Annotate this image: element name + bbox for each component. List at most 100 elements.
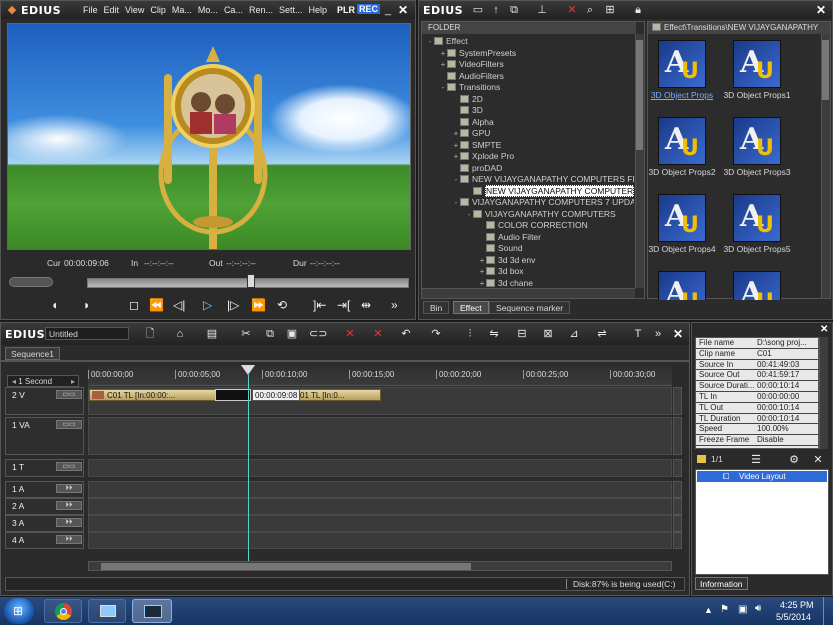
- track-header[interactable]: 2 V ▭▭: [5, 387, 84, 415]
- title-tool-icon[interactable]: T: [631, 327, 645, 341]
- track-lane[interactable]: [88, 498, 672, 515]
- copy-clip-icon[interactable]: ⧉: [263, 327, 277, 341]
- redo-icon[interactable]: ↷: [429, 327, 443, 341]
- scrub-handle-icon[interactable]: [247, 274, 255, 288]
- link-icon[interactable]: ⊂⊃: [309, 327, 327, 341]
- expand-icon[interactable]: +: [439, 48, 447, 60]
- up-folder-icon[interactable]: ↑: [489, 3, 503, 17]
- track-header[interactable]: 2 A ⏵⏵: [5, 498, 84, 515]
- rec-toggle[interactable]: REC: [357, 4, 381, 14]
- layout-list-icon[interactable]: ☰: [749, 453, 763, 467]
- track-scroll-icon[interactable]: [673, 498, 682, 515]
- tree-item[interactable]: proDAD: [426, 163, 634, 175]
- tree-item[interactable]: Alpha: [426, 117, 634, 129]
- project-name-field[interactable]: Untitled: [45, 327, 129, 340]
- start-button[interactable]: ⊞: [4, 598, 34, 624]
- track-toggle-icon[interactable]: ⏵⏵: [56, 535, 82, 544]
- effect-thumbnail-label[interactable]: 3D Object Props4: [648, 244, 722, 254]
- loop-icon[interactable]: ⟲: [277, 298, 287, 312]
- shuttle-slider[interactable]: [9, 277, 53, 287]
- tree-item[interactable]: - VIJAYGANAPATHY COMPUTERS 7 UPDA: [426, 197, 634, 209]
- player-minimize-icon[interactable]: _: [381, 3, 395, 17]
- track-lane[interactable]: [88, 459, 672, 477]
- menu-render[interactable]: Ren...: [249, 5, 273, 15]
- tree-item[interactable]: + GPU: [426, 128, 634, 140]
- props-scrollbar[interactable]: [819, 337, 828, 449]
- timeline-ruler[interactable]: 00:00:00;00 00:00:05;00 00:00:10;00 00:00:1…: [88, 366, 672, 386]
- new-folder-icon[interactable]: ▭: [471, 3, 485, 17]
- tree-item[interactable]: NEW VIJAYGANAPATHY COMPUTER: [426, 184, 634, 198]
- tree-item[interactable]: Audio Filter: [426, 232, 634, 244]
- ripple-delete-icon[interactable]: ✕: [371, 327, 385, 341]
- track-header[interactable]: 1 T ▭▭: [5, 459, 84, 477]
- expand-icon[interactable]: +: [478, 278, 486, 289]
- effect-thumbnail[interactable]: AU: [658, 117, 706, 165]
- apply-icon[interactable]: ⊥: [535, 3, 549, 17]
- layout-delete-icon[interactable]: ✕: [811, 453, 825, 467]
- menu-settings[interactable]: Sett...: [279, 5, 303, 15]
- transition-marker[interactable]: [215, 389, 251, 401]
- sequence-tab[interactable]: Sequence1: [5, 347, 61, 360]
- tree-scrollbar-h[interactable]: [422, 288, 635, 298]
- tree-item[interactable]: + SMPTE: [426, 140, 634, 152]
- step-forward-icon[interactable]: |▷: [227, 298, 239, 312]
- layout-keyframe-icon[interactable]: ⚙: [787, 453, 801, 467]
- set-out-icon[interactable]: ◗: [83, 298, 90, 312]
- timescale-selector[interactable]: ◂ 1 Second ▸: [7, 375, 79, 387]
- delete-clip-icon[interactable]: ✕: [343, 327, 357, 341]
- track-toggle-icon[interactable]: ⏵⏵: [56, 501, 82, 510]
- tray-network-icon[interactable]: ▣: [738, 604, 747, 615]
- track-scroll-icon[interactable]: [673, 532, 682, 549]
- menu-capture[interactable]: Ca...: [224, 5, 243, 15]
- track-lane[interactable]: [88, 481, 672, 498]
- rewind-icon[interactable]: ⏪: [149, 298, 164, 312]
- plr-toggle[interactable]: PLR: [337, 5, 355, 15]
- new-sequence-icon[interactable]: 🗋︎: [143, 327, 157, 341]
- split-icon[interactable]: ⇋: [487, 327, 501, 341]
- set-in-icon[interactable]: ◖: [51, 298, 58, 312]
- tree-item[interactable]: - NEW VIJAYGANAPATHY COMPUTERS FL: [426, 174, 634, 186]
- ripple-icon[interactable]: ⊿: [567, 327, 581, 341]
- taskbar-edius[interactable]: [132, 599, 172, 623]
- tray-volume-icon[interactable]: 🔊︎: [755, 603, 761, 614]
- track-header[interactable]: 1 VA ▭▭: [5, 417, 84, 455]
- replace-icon[interactable]: ⇹: [361, 298, 371, 312]
- track-scroll-icon[interactable]: [673, 515, 682, 532]
- collapse-icon[interactable]: -: [439, 82, 447, 94]
- menu-view[interactable]: View: [125, 5, 144, 15]
- tree-item[interactable]: Sound: [426, 243, 634, 255]
- tray-arrow-icon[interactable]: ▲: [704, 605, 713, 615]
- track-toggle-icon[interactable]: ⏵⏵: [56, 484, 82, 493]
- menu-clip[interactable]: Clip: [150, 5, 166, 15]
- render-icon[interactable]: ⇌: [595, 327, 609, 341]
- timeline-hscroll[interactable]: [88, 561, 672, 571]
- snap-icon[interactable]: ⊠: [541, 327, 555, 341]
- tree-item[interactable]: COLOR CORRECTION: [426, 220, 634, 232]
- tree-item[interactable]: + Xplode Pro: [426, 151, 634, 163]
- expand-icon[interactable]: +: [452, 128, 460, 140]
- clock-date[interactable]: 5/5/2014: [776, 612, 811, 622]
- tab-sequence-marker[interactable]: Sequence marker: [489, 301, 571, 314]
- fast-forward-icon[interactable]: ⏩: [251, 298, 266, 312]
- save-project-icon[interactable]: ▤: [205, 327, 219, 341]
- effect-thumbnail-label[interactable]: 3D Object Props1: [717, 90, 797, 100]
- effect-thumbnail[interactable]: AU: [658, 271, 706, 300]
- taskbar-remote-desktop[interactable]: [88, 599, 126, 623]
- expand-icon[interactable]: +: [478, 255, 486, 267]
- search-icon[interactable]: ⌕: [583, 3, 597, 17]
- effect-thumbnail-label[interactable]: 3D Object Props5: [717, 244, 797, 254]
- expand-icon[interactable]: +: [478, 266, 486, 278]
- tree-item[interactable]: +3d chane: [426, 278, 634, 289]
- collapse-icon[interactable]: -: [426, 36, 434, 48]
- tree-item[interactable]: +3d 3d env: [426, 255, 634, 267]
- effect-thumbnail[interactable]: AU: [658, 194, 706, 242]
- video-preview[interactable]: [7, 23, 411, 250]
- tab-effect[interactable]: Effect: [453, 301, 489, 314]
- play-icon[interactable]: ▷: [203, 298, 212, 312]
- track-lane[interactable]: [88, 417, 672, 455]
- effect-thumbnail[interactable]: AU: [733, 194, 781, 242]
- delete-icon[interactable]: ✕: [565, 3, 579, 17]
- effect-thumbnail[interactable]: AU: [658, 40, 706, 88]
- tray-flag-icon[interactable]: ⚑: [720, 604, 729, 615]
- effect-thumbnail-label[interactable]: 3D Object Props2: [648, 167, 722, 177]
